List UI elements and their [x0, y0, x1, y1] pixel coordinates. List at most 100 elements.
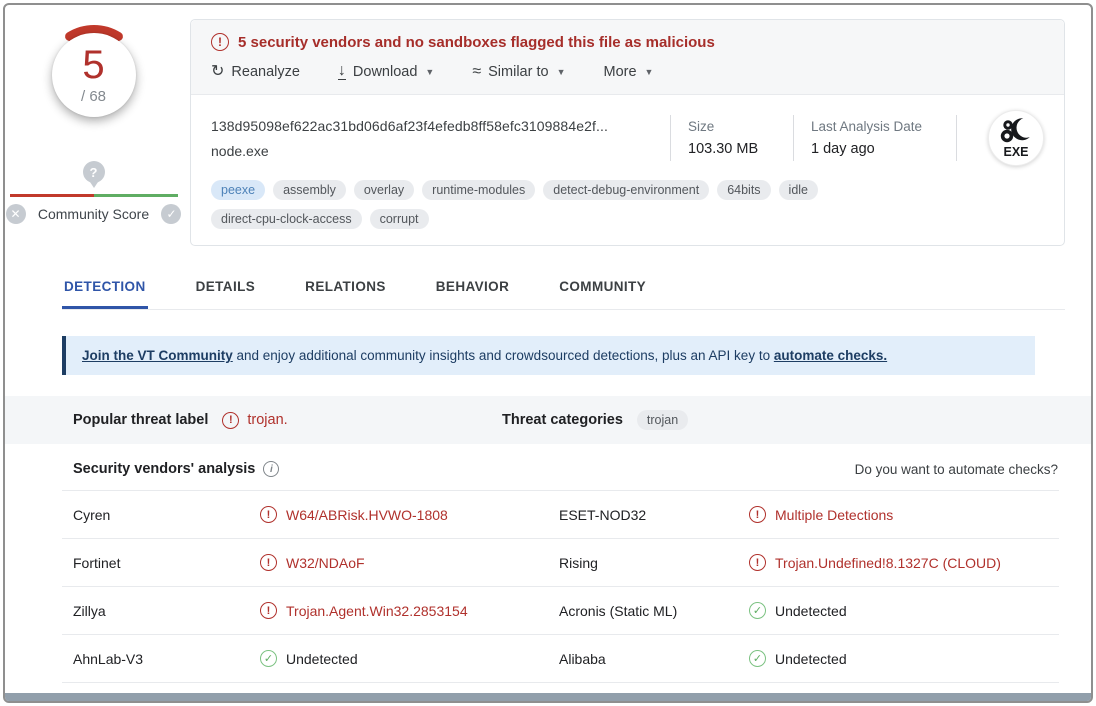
vendor-cell: Zillya!Trojan.Agent.Win32.2853154	[73, 602, 559, 619]
popular-threat-label: Popular threat label ! trojan.	[5, 412, 502, 429]
file-size: Size 103.30 MB	[688, 119, 776, 157]
alert-icon: !	[749, 554, 766, 571]
card-top: ! 5 security vendors and no sandboxes fl…	[191, 20, 1064, 95]
vendor-cell: Acronis (Static ML)✓ Undetected	[559, 602, 1059, 619]
file-info-card: ! 5 security vendors and no sandboxes fl…	[190, 19, 1065, 246]
vendor-name: Rising	[559, 555, 749, 571]
file-names: 138d95098ef622ac31bd06d6af23f4efedb8ff58…	[211, 118, 653, 159]
page: 5 / 68 ? ✕ Community Score ✓ ! 5 securit…	[3, 3, 1093, 703]
vendor-name: Fortinet	[73, 555, 260, 571]
table-row: Cyren!W64/ABRisk.HVWO-1808ESET-NOD32!Mul…	[62, 491, 1059, 539]
community-score-bar	[10, 194, 178, 197]
detection-result: ✓ Undetected	[260, 650, 358, 667]
reanalyze-button[interactable]: ↻ Reanalyze	[211, 64, 300, 80]
detection-result: !Trojan.Agent.Win32.2853154	[260, 602, 468, 619]
threat-category-chip[interactable]: trojan	[637, 410, 688, 430]
exe-label: EXE	[1003, 145, 1028, 159]
download-label: Download	[353, 64, 418, 80]
reanalyze-icon: ↻	[211, 64, 224, 80]
tab-details[interactable]: DETAILS	[194, 266, 258, 309]
detection-result: !Multiple Detections	[749, 506, 893, 523]
like-check-icon[interactable]: ✓	[161, 204, 181, 224]
chevron-down-icon: ▼	[645, 67, 654, 77]
alert-icon: !	[749, 506, 766, 523]
detection-warning: ! 5 security vendors and no sandboxes fl…	[211, 33, 1044, 51]
info-icon[interactable]: i	[263, 461, 279, 477]
divider	[793, 115, 794, 161]
vendor-cell: Fortinet!W32/NDAoF	[73, 554, 559, 571]
vendor-name: Alibaba	[559, 651, 749, 667]
popular-threat-label-title: Popular threat label	[73, 412, 208, 428]
vendor-cell: Cyren!W64/ABRisk.HVWO-1808	[73, 506, 559, 523]
vendor-table: Cyren!W64/ABRisk.HVWO-1808ESET-NOD32!Mul…	[62, 491, 1059, 683]
vendor-name: Cyren	[73, 507, 260, 523]
file-tag[interactable]: idle	[779, 180, 818, 200]
card-bottom: 138d95098ef622ac31bd06d6af23f4efedb8ff58…	[191, 95, 1064, 245]
file-tag[interactable]: assembly	[273, 180, 346, 200]
file-tag[interactable]: corrupt	[370, 209, 429, 229]
last-analysis: Last Analysis Date 1 day ago	[811, 119, 939, 157]
analysis-title-group: Security vendors' analysis i	[73, 461, 279, 477]
community-score-question-icon[interactable]: ?	[83, 161, 105, 183]
join-vt-community-link[interactable]: Join the VT Community	[82, 348, 233, 363]
tab-detection[interactable]: DETECTION	[62, 266, 148, 309]
threat-label-row: Popular threat label ! trojan. Threat ca…	[5, 396, 1091, 444]
file-hash[interactable]: 138d95098ef622ac31bd06d6af23f4efedb8ff58…	[211, 118, 653, 134]
exe-file-type-icon: EXE	[988, 110, 1044, 166]
more-label: More	[603, 64, 636, 80]
detection-result-text: Undetected	[775, 603, 847, 619]
file-tags: peexe assembly overlay runtime-modules detec…	[211, 180, 941, 229]
detection-result: ✓ Undetected	[749, 602, 847, 619]
more-button[interactable]: More ▼	[603, 64, 653, 80]
file-tag[interactable]: peexe	[211, 180, 265, 200]
chevron-down-icon: ▼	[425, 67, 434, 77]
size-value: 103.30 MB	[688, 141, 776, 157]
automate-checks-question[interactable]: Do you want to automate checks?	[855, 462, 1058, 477]
warning-text: 5 security vendors and no sandboxes flag…	[238, 34, 715, 51]
check-icon: ✓	[749, 650, 766, 667]
similar-to-button[interactable]: ≈ Similar to ▼	[472, 64, 565, 80]
tab-relations[interactable]: RELATIONS	[303, 266, 388, 309]
tab-bar: DETECTION DETAILS RELATIONS BEHAVIOR COMMUNI…	[62, 266, 1065, 310]
check-icon: ✓	[749, 602, 766, 619]
vendor-cell: Rising! Trojan.Undefined!8.1327C (CLOUD)	[559, 554, 1059, 571]
dislike-x-icon[interactable]: ✕	[6, 204, 26, 224]
similar-to-label: Similar to	[488, 64, 548, 80]
download-icon: ↓	[338, 64, 346, 80]
security-vendors-analysis: Security vendors' analysis i Do you want…	[62, 444, 1059, 683]
file-tag[interactable]: detect-debug-environment	[543, 180, 709, 200]
vt-community-banner: Join the VT Community and enjoy addition…	[62, 336, 1035, 375]
detection-result-text: Undetected	[286, 651, 358, 667]
detection-result-text: W64/ABRisk.HVWO-1808	[286, 507, 448, 523]
community-score-row: ✕ Community Score ✓	[6, 204, 182, 224]
size-label: Size	[688, 119, 776, 134]
similar-icon: ≈	[472, 64, 481, 80]
file-tag[interactable]: overlay	[354, 180, 414, 200]
tab-behavior[interactable]: BEHAVIOR	[434, 266, 511, 309]
detection-result-text: Undetected	[775, 651, 847, 667]
file-tag[interactable]: runtime-modules	[422, 180, 535, 200]
vendor-cell: AhnLab-V3✓ Undetected	[73, 650, 559, 667]
score-value: 5	[82, 45, 104, 85]
score-circle: 5 / 68	[52, 33, 136, 117]
detection-result-text: Trojan.Undefined!8.1327C (CLOUD)	[775, 555, 1001, 571]
threat-categories: Threat categories trojan	[502, 410, 688, 430]
automate-checks-link[interactable]: automate checks.	[774, 348, 887, 363]
file-tag[interactable]: direct-cpu-clock-access	[211, 209, 362, 229]
popular-threat-label-value: ! trojan.	[222, 412, 287, 429]
analysis-title: Security vendors' analysis	[73, 461, 255, 477]
reanalyze-label: Reanalyze	[231, 64, 300, 80]
download-button[interactable]: ↓ Download ▼	[338, 64, 434, 80]
file-header: 5 / 68 ? ✕ Community Score ✓ ! 5 securit…	[5, 5, 1091, 246]
check-icon: ✓	[260, 650, 277, 667]
detection-result-text: Trojan.Agent.Win32.2853154	[286, 603, 468, 619]
tab-community[interactable]: COMMUNITY	[557, 266, 648, 309]
vendor-name: Acronis (Static ML)	[559, 603, 749, 619]
last-analysis-value: 1 day ago	[811, 141, 939, 157]
file-tag[interactable]: 64bits	[717, 180, 770, 200]
detection-result-text: W32/NDAoF	[286, 555, 365, 571]
score-denominator: / 68	[81, 88, 106, 105]
table-row: Fortinet!W32/NDAoFRising!Trojan.Undefine…	[62, 539, 1059, 587]
detection-result: !W32/NDAoF	[260, 554, 365, 571]
vendor-name: AhnLab-V3	[73, 651, 260, 667]
